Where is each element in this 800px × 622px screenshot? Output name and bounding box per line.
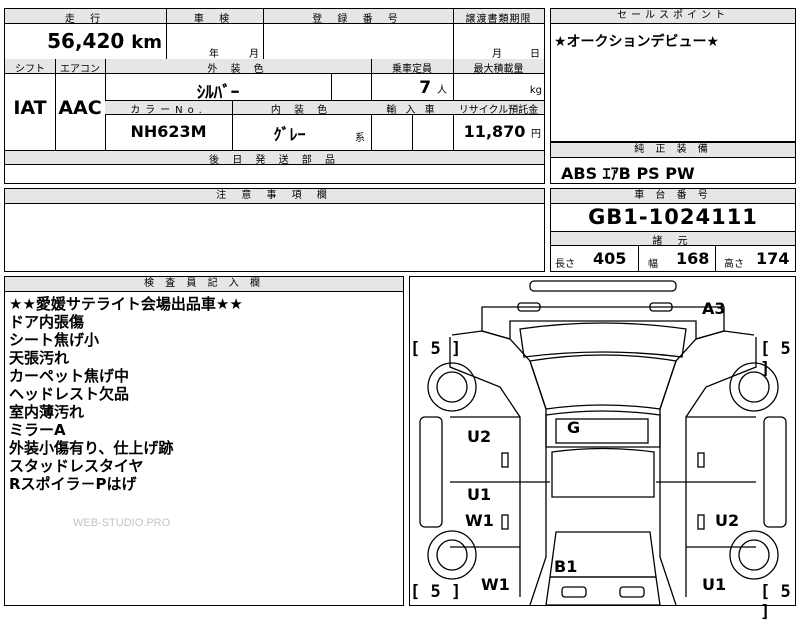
tire-tread-rear-right: [ 5 ] xyxy=(760,582,791,622)
equipment-header: 純 正 装 備 xyxy=(551,143,795,158)
transfer-deadline-header: 譲渡書類期限 xyxy=(465,14,532,25)
equipment-panel: 純 正 装 備 ABS ｴｱB PS PW xyxy=(550,142,796,184)
inspector-panel: 検 査 員 記 入 欄 ★★愛媛サテライト会場出品車★★ ドア内張傷 シート焦げ… xyxy=(4,276,404,606)
interior-color-suffix: 系 xyxy=(355,133,365,144)
mileage-value: 56,420 km xyxy=(47,29,162,53)
import-header: 輸 入 車 xyxy=(386,105,438,116)
capacity-unit: 人 xyxy=(437,85,447,96)
shift-header: シフト xyxy=(15,64,45,75)
watermark: WEB-STUDIO.PRO xyxy=(73,517,171,529)
later-parts-header: 後 日 発 送 部 品 xyxy=(209,155,340,166)
note-line: ★★愛媛サテライト会場出品車★★ xyxy=(9,295,243,313)
note-line: 天張汚れ xyxy=(9,349,70,367)
chassis-value: GB1-1024111 xyxy=(588,205,758,229)
damage-mark-u1-bottom: U1 xyxy=(702,575,727,594)
inspector-header: 検 査 員 記 入 欄 xyxy=(5,277,403,292)
note-line: カーペット焦げ中 xyxy=(9,367,130,385)
color-no-header: カラーNo. xyxy=(130,105,207,116)
transfer-day-unit: 日 xyxy=(530,49,540,60)
recycle-fee-value: 11,870 円 xyxy=(463,122,541,141)
recycle-fee-header: リサイクル預託金 xyxy=(458,105,539,116)
sales-point-text: ★オークションデビュー★ xyxy=(554,34,720,50)
length-label: 長さ xyxy=(555,259,575,270)
recycle-fee-unit: 円 xyxy=(531,129,541,140)
color-no-value: NH623M xyxy=(130,122,207,141)
capacity-value: 7 人 xyxy=(419,78,447,98)
max-load-header: 最大積載量 xyxy=(473,64,524,75)
damage-mark-b1: B1 xyxy=(554,557,578,576)
inspection-month-unit: 月 xyxy=(249,49,259,60)
note-line: ミラーA xyxy=(9,421,66,439)
height-value: 174 xyxy=(756,249,790,268)
caution-header: 注 意 事 項 欄 xyxy=(5,189,544,204)
width-value: 168 xyxy=(676,249,710,268)
note-line: スタッドレスタイヤ xyxy=(9,457,144,475)
sales-point-header: セールスポイント xyxy=(551,9,795,24)
damage-mark-w1-left: W1 xyxy=(465,511,494,530)
inspector-notes: ★★愛媛サテライト会場出品車★★ ドア内張傷 シート焦げ小 天張汚れ カーペット… xyxy=(9,295,243,493)
damage-mark-a3: A3 xyxy=(702,299,726,318)
vehicle-info-table: 走 行 車 検 登 録 番 号 譲渡書類期限 56,420 km 年 月 月 日… xyxy=(4,8,545,184)
chassis-panel: 車 台 番 号 GB1-1024111 諸 元 長さ 405 幅 168 高さ … xyxy=(550,188,796,272)
note-line: ヘッドレスト欠品 xyxy=(9,385,130,403)
chassis-header: 車 台 番 号 xyxy=(551,189,795,204)
damage-mark-u2-right: U2 xyxy=(715,511,740,530)
note-line: シート焦げ小 xyxy=(9,331,100,349)
aircon-value: AAC xyxy=(58,97,102,119)
length-value: 405 xyxy=(593,249,627,268)
damage-mark-g: G xyxy=(567,418,581,437)
mileage-header: 走 行 xyxy=(64,14,107,25)
tire-tread-rear-left: [ 5 ] xyxy=(410,582,462,602)
equipment-value: ABS ｴｱB PS PW xyxy=(561,164,695,183)
inspection-header: 車 検 xyxy=(193,14,236,25)
capacity-header: 乗車定員 xyxy=(392,64,432,75)
specs-header: 諸 元 xyxy=(652,236,694,247)
sales-point-panel: セールスポイント ★オークションデビュー★ xyxy=(550,8,796,142)
interior-color-value: ｸﾞﾚｰ xyxy=(273,125,306,144)
width-label: 幅 xyxy=(648,259,658,270)
caution-panel: 注 意 事 項 欄 xyxy=(4,188,545,272)
damage-mark-w1-bottom: W1 xyxy=(481,575,510,594)
exterior-color-header: 外 装 色 xyxy=(207,64,269,75)
registration-header: 登 録 番 号 xyxy=(312,14,404,25)
mileage-unit: km xyxy=(131,32,162,53)
note-line: Rスポイラ－Pはげ xyxy=(9,475,137,493)
tire-tread-front-left: [ 5 ] xyxy=(410,339,462,359)
inspection-year-unit: 年 xyxy=(209,49,219,60)
transfer-month-unit: 月 xyxy=(492,49,502,60)
note-line: 室内薄汚れ xyxy=(9,403,85,421)
note-line: ドア内張傷 xyxy=(9,313,85,331)
note-line: 外装小傷有り、仕上げ跡 xyxy=(9,439,174,457)
height-label: 高さ xyxy=(724,259,744,270)
max-load-unit: kg xyxy=(529,85,542,96)
car-diagram-panel: A3 G U2 U1 W1 U2 B1 W1 U1 [ 5 ] [ 5 ] [ … xyxy=(409,276,796,622)
shift-value: IAT xyxy=(13,97,47,119)
interior-color-header: 内 装 色 xyxy=(270,105,333,116)
aircon-header: エアコン xyxy=(60,64,100,75)
tire-tread-front-right: [ 5 ] xyxy=(760,339,791,379)
damage-mark-u2-left: U2 xyxy=(467,427,492,446)
damage-mark-u1-left: U1 xyxy=(467,485,492,504)
